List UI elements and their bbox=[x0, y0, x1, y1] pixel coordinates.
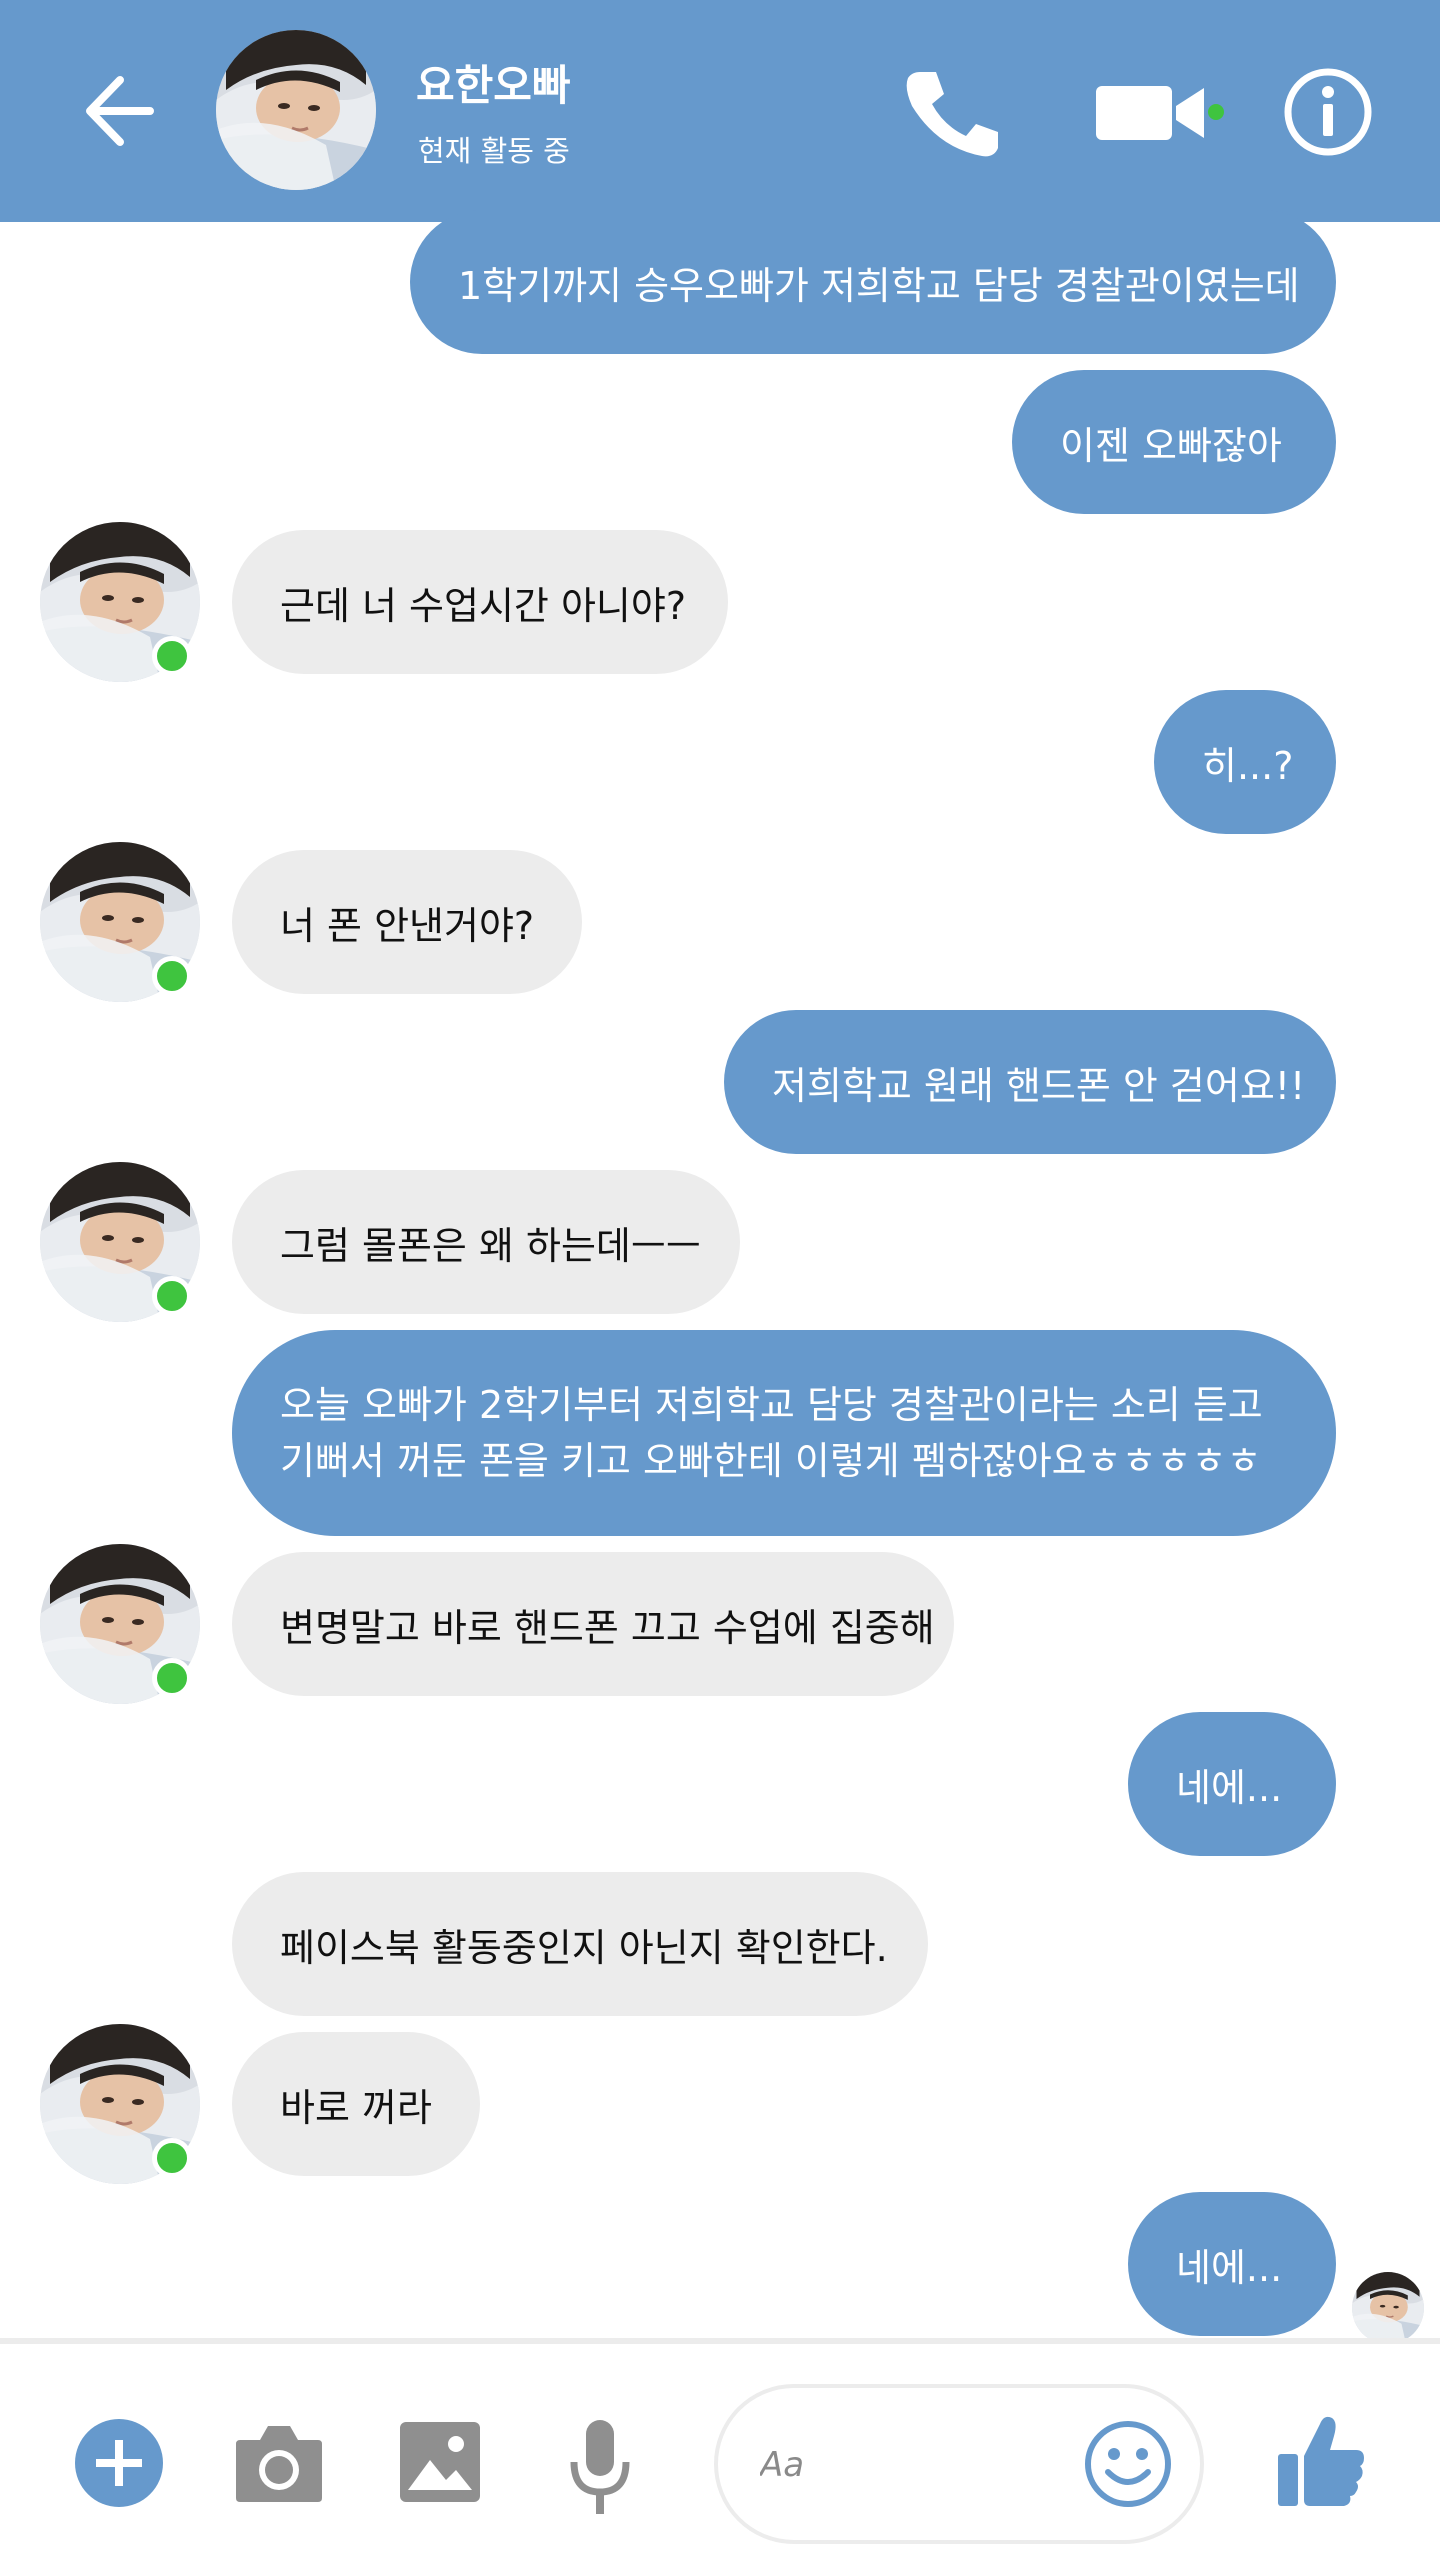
message-bubble-incoming[interactable]: 변명말고 바로 핸드폰 끄고 수업에 집중해 bbox=[232, 1552, 954, 1696]
message-bubble-incoming[interactable]: 페이스북 활동중인지 아닌지 확인한다. bbox=[232, 1872, 928, 2016]
message-input[interactable] bbox=[758, 2434, 1062, 2496]
chat-header: 요한오빠 현재 활동 중 bbox=[0, 0, 1440, 222]
image-icon bbox=[400, 2422, 480, 2502]
microphone-icon bbox=[570, 2420, 630, 2514]
video-call-button[interactable] bbox=[1094, 78, 1224, 148]
message-bubble-outgoing[interactable]: 1학기까지 승우오빠가 저희학교 담당 경찰관이였는데 bbox=[410, 210, 1336, 354]
camera-button[interactable] bbox=[234, 2420, 324, 2506]
message-bubble-outgoing[interactable]: 네에... bbox=[1128, 1712, 1336, 1856]
message-bubble-outgoing[interactable]: 이젠 오빠잖아 bbox=[1012, 370, 1336, 514]
online-indicator bbox=[152, 956, 192, 996]
online-indicator bbox=[152, 1658, 192, 1698]
emoji-icon bbox=[1085, 2421, 1171, 2507]
voice-message-button[interactable] bbox=[566, 2416, 634, 2520]
contact-avatar[interactable] bbox=[216, 30, 376, 190]
message-bubble-outgoing[interactable]: 저희학교 원래 핸드폰 안 걷어요!! bbox=[724, 1010, 1336, 1154]
contact-name[interactable]: 요한오빠 bbox=[416, 52, 571, 113]
gallery-button[interactable] bbox=[398, 2420, 482, 2504]
seen-receipt-avatar bbox=[1352, 2272, 1424, 2344]
info-icon bbox=[1284, 68, 1372, 156]
message-bubble-incoming[interactable]: 그럼 몰폰은 왜 하는데ㅡㅡ bbox=[232, 1170, 740, 1314]
plus-icon bbox=[75, 2419, 163, 2507]
phone-icon bbox=[906, 72, 998, 157]
back-button[interactable] bbox=[80, 66, 160, 156]
video-camera-icon bbox=[1096, 86, 1224, 140]
message-bubble-incoming[interactable]: 바로 꺼라 bbox=[232, 2032, 480, 2176]
info-button[interactable] bbox=[1282, 66, 1374, 158]
emoji-button[interactable] bbox=[1084, 2420, 1172, 2508]
voice-call-button[interactable] bbox=[898, 66, 1002, 160]
back-arrow-icon bbox=[86, 76, 154, 146]
like-button[interactable] bbox=[1276, 2410, 1366, 2510]
message-bubble-incoming[interactable]: 너 폰 안낸거야? bbox=[232, 850, 582, 994]
message-bubble-outgoing[interactable]: 오늘 오빠가 2학기부터 저희학교 담당 경찰관이라는 소리 듣고 기뻐서 꺼둔… bbox=[232, 1330, 1336, 1536]
online-indicator bbox=[152, 636, 192, 676]
message-bubble-outgoing[interactable]: 네에... bbox=[1128, 2192, 1336, 2336]
camera-icon bbox=[236, 2426, 322, 2502]
message-bubble-outgoing[interactable]: 히...? bbox=[1154, 690, 1336, 834]
online-indicator bbox=[152, 1276, 192, 1316]
more-actions-button[interactable] bbox=[74, 2418, 164, 2508]
message-bubble-incoming[interactable]: 근데 너 수업시간 아니야? bbox=[232, 530, 728, 674]
thumbs-up-icon bbox=[1278, 2416, 1364, 2506]
online-indicator bbox=[152, 2138, 192, 2178]
active-status: 현재 활동 중 bbox=[418, 134, 570, 168]
